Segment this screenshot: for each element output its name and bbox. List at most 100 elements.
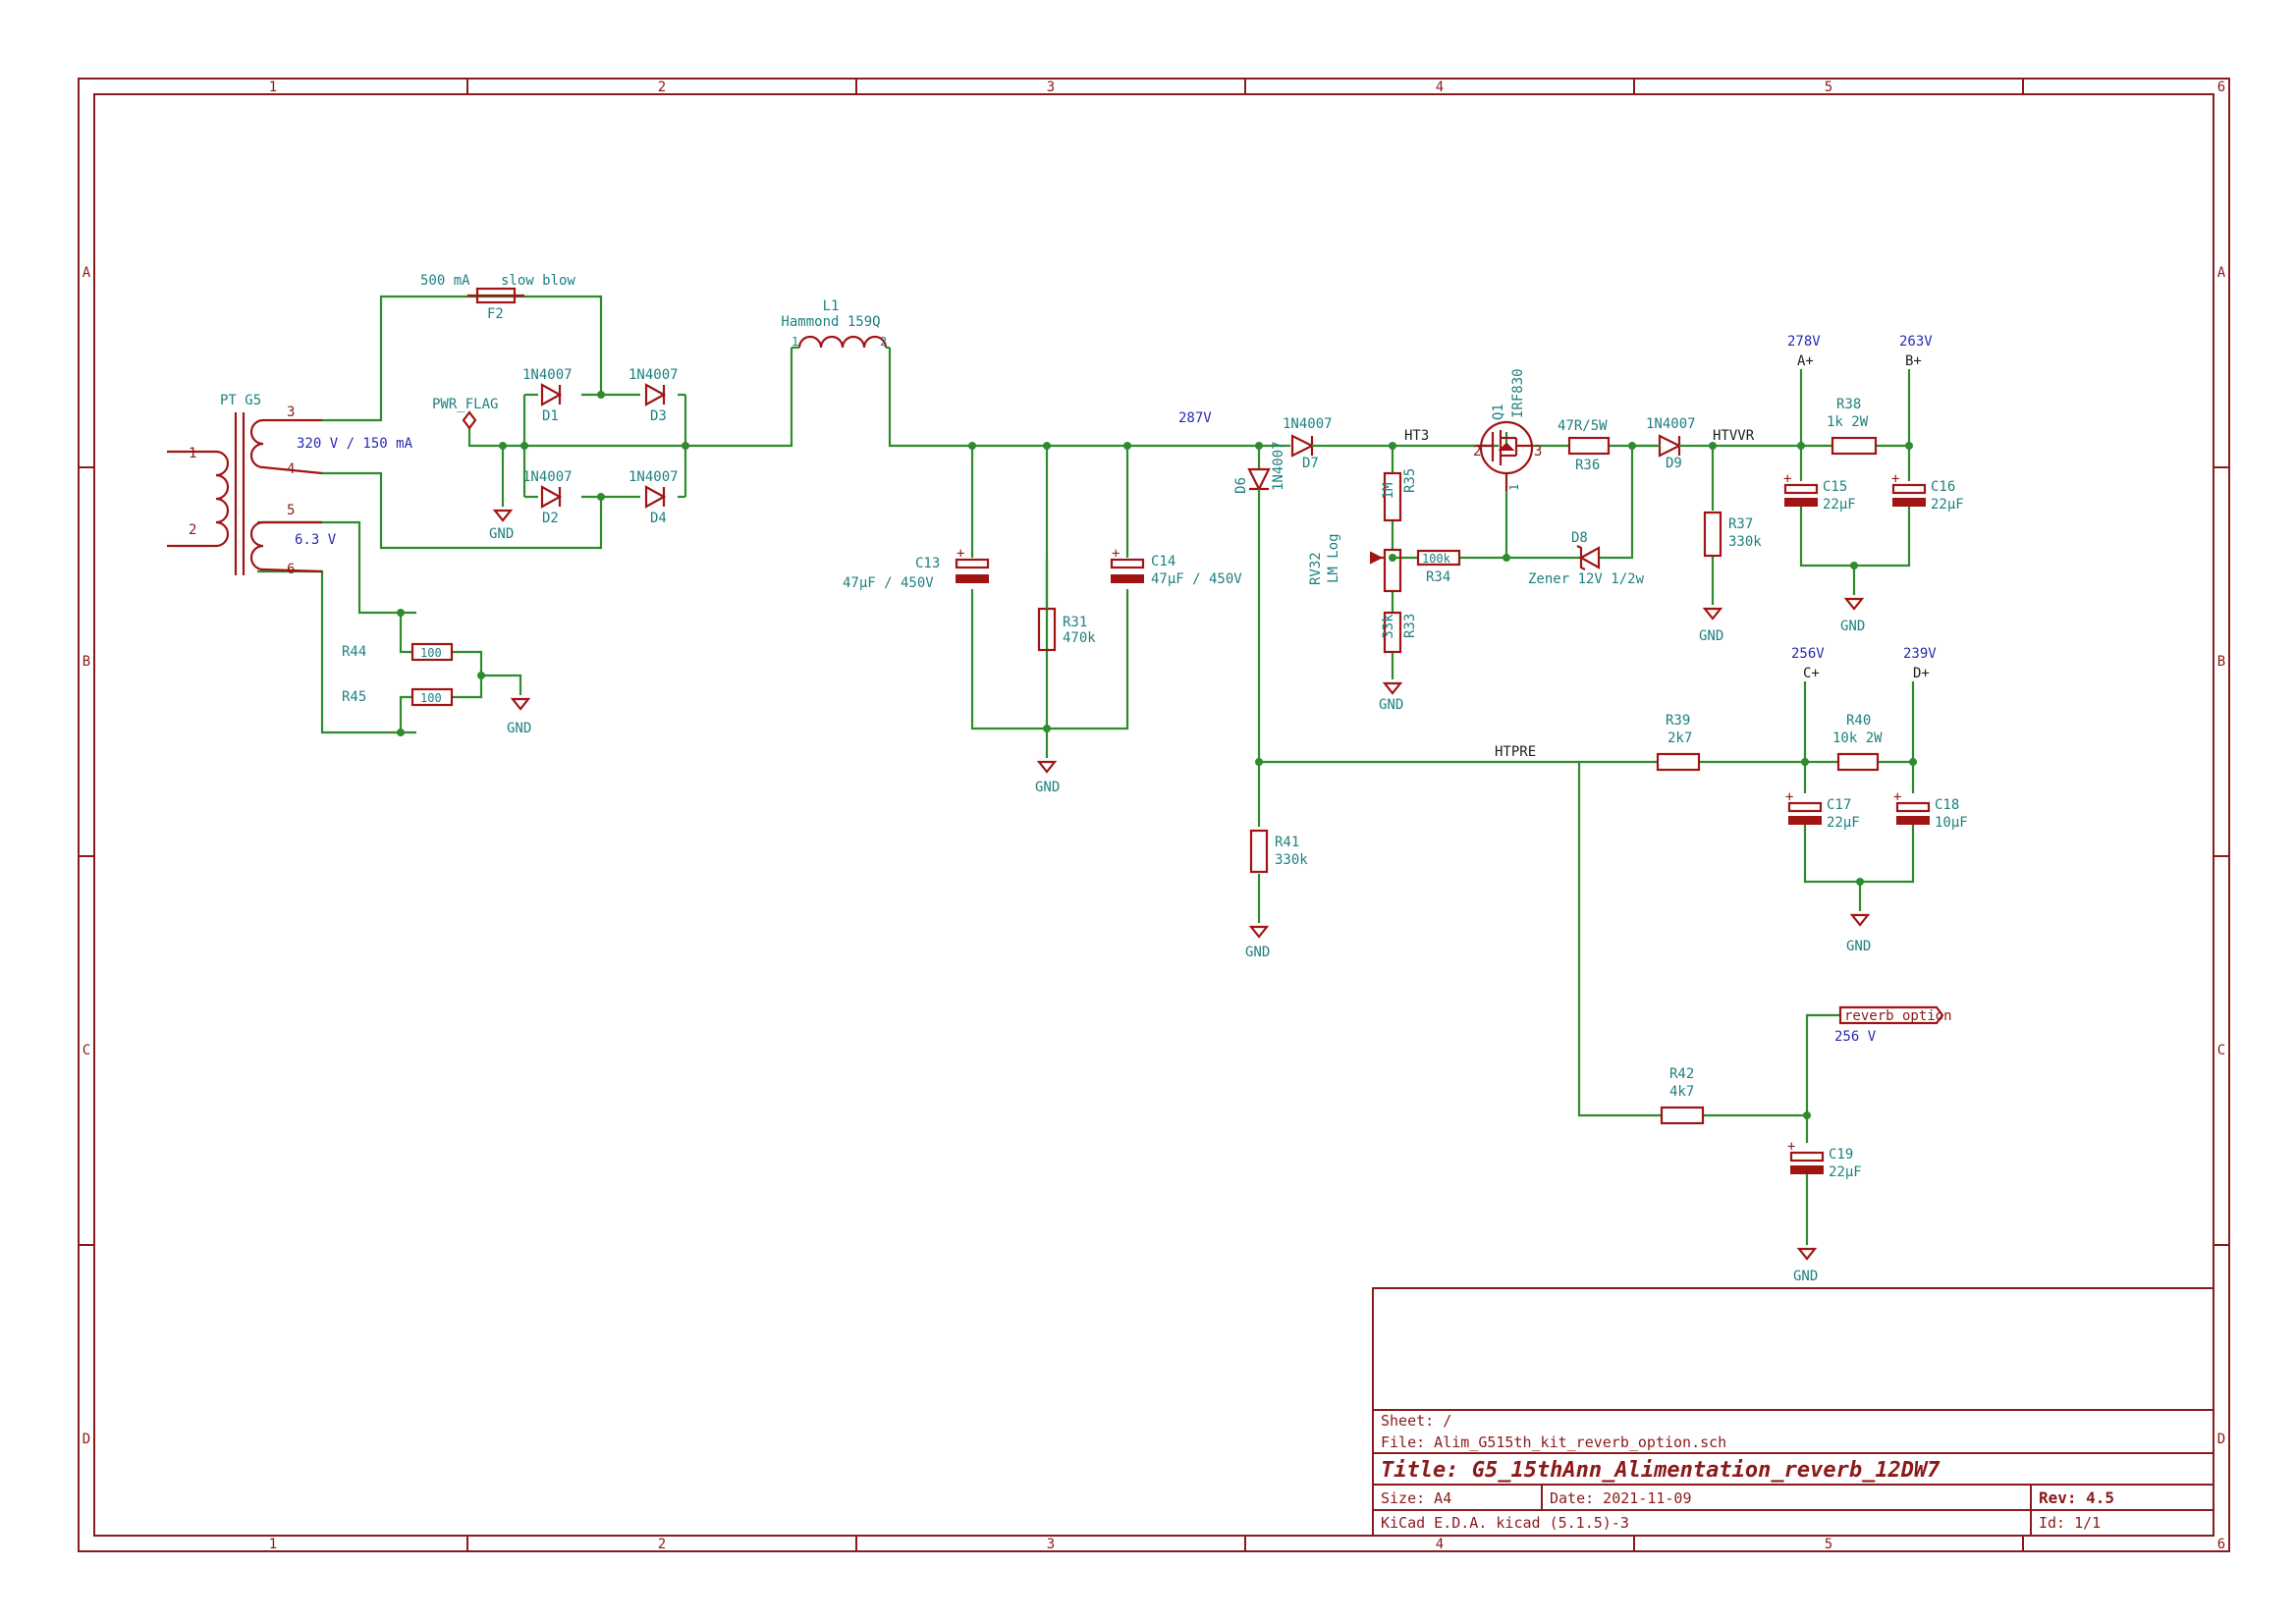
title-block: Sheet: / File: Alim_G515th_kit_reverb_op… xyxy=(1372,1287,2214,1537)
svg-text:R33: R33 xyxy=(1402,614,1418,638)
tb-date: Date: 2021-11-09 xyxy=(1550,1489,1692,1507)
svg-text:5: 5 xyxy=(1825,80,1832,95)
svg-text:R31: R31 xyxy=(1063,615,1087,630)
resistor-r38: R38 1k 2W xyxy=(1827,397,1878,456)
svg-text:1: 1 xyxy=(269,1537,277,1552)
svg-text:500 mA: 500 mA xyxy=(420,273,470,289)
tb-size: Size: A4 xyxy=(1381,1489,1451,1507)
svg-text:F2: F2 xyxy=(487,306,504,322)
resistor-r39: R39 2k7 xyxy=(1656,713,1701,772)
svg-text:C+: C+ xyxy=(1803,666,1820,681)
resistor-r42: R42 4k7 xyxy=(1660,1066,1705,1125)
svg-text:10µF: 10µF xyxy=(1935,815,1968,831)
svg-text:R38: R38 xyxy=(1836,397,1861,412)
svg-text:1: 1 xyxy=(1507,484,1521,491)
svg-text:47R/5W: 47R/5W xyxy=(1558,418,1608,434)
pt-pin-6: 6 xyxy=(287,562,295,577)
svg-text:R35: R35 xyxy=(1402,468,1418,493)
svg-text:B: B xyxy=(82,654,90,670)
svg-text:GND: GND xyxy=(1840,619,1865,634)
svg-text:3: 3 xyxy=(1047,1537,1055,1552)
svg-text:2: 2 xyxy=(658,80,666,95)
svg-text:R39: R39 xyxy=(1666,713,1690,729)
gnd-symbol-bridge: GND xyxy=(489,509,514,542)
svg-text:+: + xyxy=(1785,789,1793,805)
svg-text:263V: 263V xyxy=(1899,334,1933,350)
rail-b-plus: 263V B+ xyxy=(1899,334,1933,369)
svg-text:D: D xyxy=(82,1432,90,1447)
svg-text:C14: C14 xyxy=(1151,554,1175,569)
svg-text:C17: C17 xyxy=(1827,797,1851,813)
svg-text:reverb_option: reverb_option xyxy=(1844,1008,1952,1024)
capacitor-c16: + C16 22µF xyxy=(1891,471,1964,513)
svg-text:R37: R37 xyxy=(1728,516,1753,532)
svg-text:D1: D1 xyxy=(542,408,559,424)
svg-text:1k 2W: 1k 2W xyxy=(1827,414,1869,430)
svg-text:1N4007: 1N4007 xyxy=(629,367,679,383)
potentiometer-rv32: RV32 LM Log xyxy=(1308,533,1402,593)
svg-text:Q1: Q1 xyxy=(1491,404,1506,420)
svg-text:C13: C13 xyxy=(915,556,940,571)
svg-text:330k: 330k xyxy=(1275,852,1308,868)
svg-text:22µF: 22µF xyxy=(1829,1164,1862,1180)
tb-title: Title: G5_15thAnn_Alimentation_reverb_12… xyxy=(1381,1458,1941,1483)
svg-text:47µF / 450V: 47µF / 450V xyxy=(843,575,934,591)
resistor-r41: R41 330k xyxy=(1249,829,1308,874)
svg-text:R45: R45 xyxy=(342,689,366,705)
resistor-r37: R37 330k xyxy=(1703,511,1762,558)
svg-text:D6: D6 xyxy=(1233,477,1249,494)
svg-text:A+: A+ xyxy=(1797,353,1814,369)
svg-text:GND: GND xyxy=(1699,628,1723,644)
svg-text:C15: C15 xyxy=(1823,479,1847,495)
svg-text:+: + xyxy=(1893,789,1901,805)
svg-text:D+: D+ xyxy=(1913,666,1930,681)
tb-sheet: Sheet: / xyxy=(1381,1412,1451,1430)
svg-text:D3: D3 xyxy=(650,408,667,424)
resistor-r33: 33k R33 xyxy=(1381,611,1418,654)
gnd-symbol-c19: GND xyxy=(1793,1247,1818,1284)
svg-text:R44: R44 xyxy=(342,644,366,660)
svg-text:GND: GND xyxy=(1379,697,1403,713)
hv-secondary-label: 320 V / 150 mA xyxy=(297,436,413,452)
svg-text:+: + xyxy=(957,546,964,562)
svg-text:4: 4 xyxy=(1436,1537,1444,1552)
svg-text:239V: 239V xyxy=(1903,646,1937,662)
svg-text:RV32: RV32 xyxy=(1308,552,1324,585)
svg-text:D8: D8 xyxy=(1571,530,1588,546)
svg-text:1: 1 xyxy=(269,80,277,95)
svg-text:1N4007: 1N4007 xyxy=(1271,441,1286,491)
gnd-symbol-r37: GND xyxy=(1699,607,1723,644)
svg-text:B: B xyxy=(2217,654,2225,670)
svg-text:C16: C16 xyxy=(1931,479,1955,495)
gnd-symbol-r33: GND xyxy=(1379,681,1403,713)
svg-text:22µF: 22µF xyxy=(1931,497,1964,513)
svg-text:2: 2 xyxy=(658,1537,666,1552)
capacitor-c19: + C19 22µF xyxy=(1787,1139,1862,1180)
svg-text:GND: GND xyxy=(489,526,514,542)
svg-text:1N4007: 1N4007 xyxy=(629,469,679,485)
hierarchical-label-reverb-option: reverb_option 256 V xyxy=(1834,1005,1952,1045)
svg-text:1N4007: 1N4007 xyxy=(1646,416,1696,432)
svg-text:A: A xyxy=(2217,265,2226,281)
capacitor-c13: + C13 47µF / 450V xyxy=(843,546,990,591)
net-ht3: HT3 xyxy=(1404,428,1429,444)
svg-text:10k 2W: 10k 2W xyxy=(1832,730,1883,746)
rail-c-plus: 256V C+ xyxy=(1791,646,1825,681)
svg-text:6: 6 xyxy=(2217,80,2225,95)
svg-text:+: + xyxy=(1783,471,1791,487)
tb-id: Id: 1/1 xyxy=(2039,1514,2101,1532)
svg-text:1: 1 xyxy=(792,335,798,349)
svg-text:4k7: 4k7 xyxy=(1669,1084,1694,1100)
pt-pin-4: 4 xyxy=(287,461,295,477)
svg-text:256V: 256V xyxy=(1791,646,1825,662)
svg-text:1N4007: 1N4007 xyxy=(1283,416,1333,432)
svg-text:D2: D2 xyxy=(542,511,559,526)
svg-text:R36: R36 xyxy=(1575,458,1600,473)
resistor-r45: 100 R45 xyxy=(342,687,454,707)
svg-text:R41: R41 xyxy=(1275,835,1299,850)
capacitor-c17: + C17 22µF xyxy=(1785,789,1860,831)
svg-text:278V: 278V xyxy=(1787,334,1821,350)
svg-text:C: C xyxy=(82,1043,90,1058)
svg-text:Zener 12V 1/2w: Zener 12V 1/2w xyxy=(1528,571,1645,587)
pt-pin-2: 2 xyxy=(189,522,196,538)
